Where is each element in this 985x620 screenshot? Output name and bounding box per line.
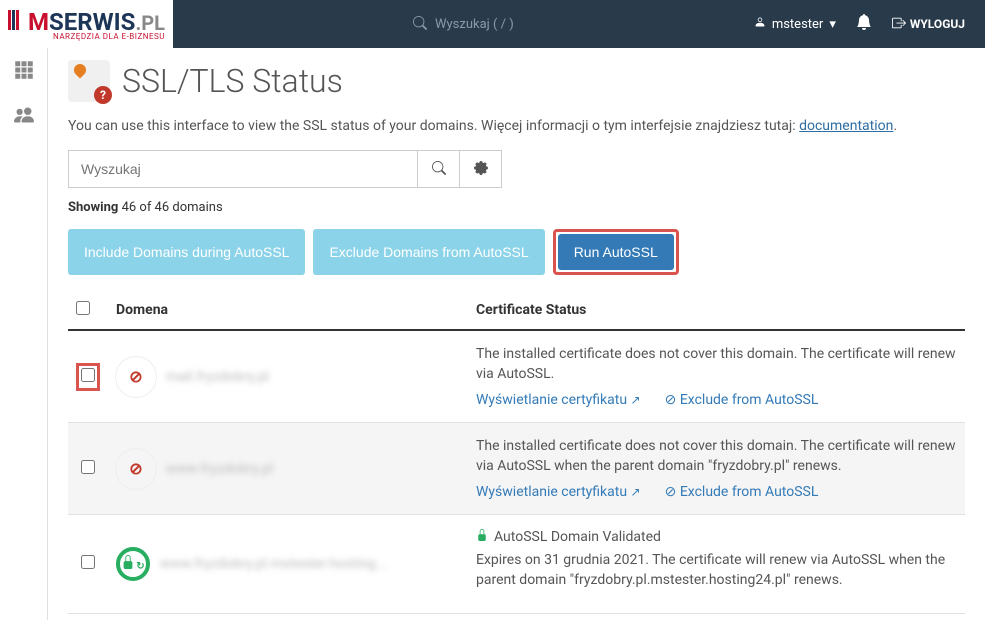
intro-text: You can use this interface to view the S… [68,118,965,134]
column-domain[interactable]: Domena [108,291,468,330]
user-menu[interactable]: mstester ▾ [754,16,836,32]
prohibit-icon: ⊘ [665,484,677,500]
search-icon [413,15,427,34]
prohibit-icon: ⊘ [665,392,677,408]
showing-text: Showing 46 of 46 domains [68,200,965,215]
domain-table: Domena Certificate Status ⊘ mail.fryzdobr… [68,291,965,614]
grid-icon[interactable] [14,60,34,85]
cert-status-text: The installed certificate does not cover… [476,345,957,384]
logout-label: WYLOGUJ [910,17,965,31]
external-icon: ↗ [631,393,641,407]
logout-button[interactable]: WYLOGUJ [892,16,965,33]
action-buttons: Include Domains during AutoSSL Exclude D… [68,229,965,275]
status-error-icon: ⊘ [116,357,156,397]
row-checkbox[interactable] [81,555,95,569]
header-right: mstester ▾ WYLOGUJ [754,14,985,34]
select-all-checkbox[interactable] [76,301,90,315]
users-icon[interactable] [14,105,34,130]
cert-status-text: The installed certificate does not cover… [476,437,957,476]
left-sidebar [0,48,48,620]
exclude-domains-button[interactable]: Exclude Domains from AutoSSL [313,229,544,275]
page-title: SSL/TLS Status [122,62,343,100]
column-status[interactable]: Certificate Status [468,291,965,330]
bell-icon[interactable] [856,14,872,34]
run-autossl-highlight: Run AutoSSL [553,229,679,275]
run-autossl-button[interactable]: Run AutoSSL [558,234,674,270]
search-bar [68,150,965,188]
exclude-from-autossl-link[interactable]: ⊘ Exclude from AutoSSL [665,392,819,408]
status-ok-icon: ↻ [116,547,150,581]
chevron-down-icon: ▾ [829,17,836,32]
page-icon [68,60,110,102]
cert-status-text: Expires on 31 grudnia 2021. The certific… [476,551,957,590]
logout-icon [892,16,906,33]
status-error-icon: ⊘ [116,449,156,489]
header-search-placeholder: Wyszukaj ( / ) [435,17,514,32]
table-row: ↻ www.fryzdobry.pl.mstester.hosting... Aut… [68,515,965,613]
domain-name[interactable]: www.fryzdobry.pl [166,461,273,477]
view-certificate-link[interactable]: Wyświetlanie certyfikatu ↗ [476,484,641,500]
view-certificate-link[interactable]: Wyświetlanie certyfikatu ↗ [476,392,641,408]
domain-name[interactable]: mail.fryzdobry.pl [166,369,269,385]
domain-name[interactable]: www.fryzdobry.pl.mstester.hosting... [160,556,387,572]
search-button[interactable] [418,150,460,188]
external-icon: ↗ [631,485,641,499]
include-domains-button[interactable]: Include Domains during AutoSSL [68,229,305,275]
row-checkbox[interactable] [81,460,95,474]
logo[interactable]: MSERWIS.PL NARZĘDZIA DLA E-BIZNESU [0,0,173,48]
user-icon [754,16,766,32]
validated-label: AutoSSL Domain Validated [494,529,661,545]
search-input[interactable] [68,150,418,188]
exclude-from-autossl-link[interactable]: ⊘ Exclude from AutoSSL [665,484,819,500]
documentation-link[interactable]: documentation [799,118,893,134]
main-content: SSL/TLS Status You can use this interfac… [48,48,985,620]
lock-icon [476,529,488,545]
settings-button[interactable] [460,150,502,188]
checkbox-highlight [76,363,100,391]
table-row: ⊘ mail.fryzdobry.pl The installed certific… [68,330,965,423]
table-row: ⊘ www.fryzdobry.pl The installed certifica… [68,423,965,515]
row-checkbox[interactable] [81,368,95,382]
header-search[interactable]: Wyszukaj ( / ) [173,15,754,34]
username-label: mstester [772,17,824,32]
top-header: MSERWIS.PL NARZĘDZIA DLA E-BIZNESU Wyszu… [0,0,985,48]
